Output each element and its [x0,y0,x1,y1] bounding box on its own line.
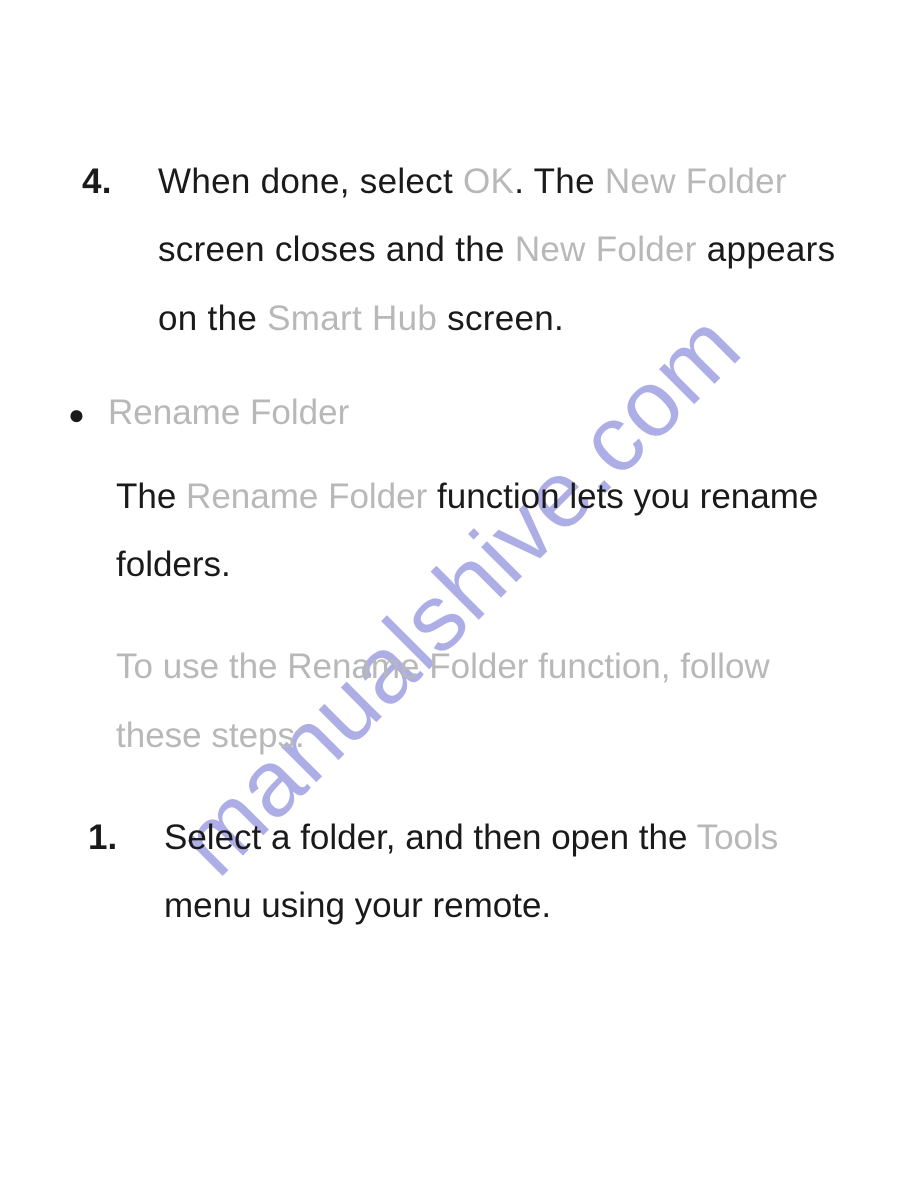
step-1-text: 1.Select a folder, and then open the Too… [126,804,858,941]
rename-folder-description: The Rename Folder function lets you rena… [116,463,858,600]
step4-t3: screen closes and the [158,230,515,269]
ui-label-new-folder-2: New Folder [515,230,697,269]
section-title-rename-folder: Rename Folder [108,393,349,433]
page-content: 4.When done, select OK. The New Folder s… [60,148,858,940]
step-4-number: 4. [120,148,158,216]
ui-label-ok: OK [463,162,514,201]
step-4: 4.When done, select OK. The New Folder s… [120,148,858,353]
manual-page: manualshive.com 4.When done, select OK. … [0,0,918,1188]
bullet-dot-icon: ● [68,391,108,429]
step-1: 1.Select a folder, and then open the Too… [126,804,858,941]
desc-a: The [116,477,186,516]
step1-t1: Select a folder, and then open the [164,818,697,857]
rename-folder-instruction: To use the Rename Folder function, follo… [116,633,858,770]
step4-t2: . The [514,162,605,201]
step4-t5: screen. [437,299,564,338]
ui-label-smart-hub: Smart Hub [267,299,437,338]
step-1-number: 1. [126,804,164,872]
bullet-heading-row: ● Rename Folder [68,391,858,433]
step1-t2: menu using your remote. [164,886,551,925]
step4-t1: When done, select [158,162,463,201]
ui-label-rename-folder: Rename Folder [186,477,427,516]
step-4-text: 4.When done, select OK. The New Folder s… [120,148,858,353]
ui-label-new-folder-1: New Folder [605,162,787,201]
ui-label-tools: Tools [697,818,779,857]
rename-folder-section: ● Rename Folder The Rename Folder functi… [68,391,858,941]
